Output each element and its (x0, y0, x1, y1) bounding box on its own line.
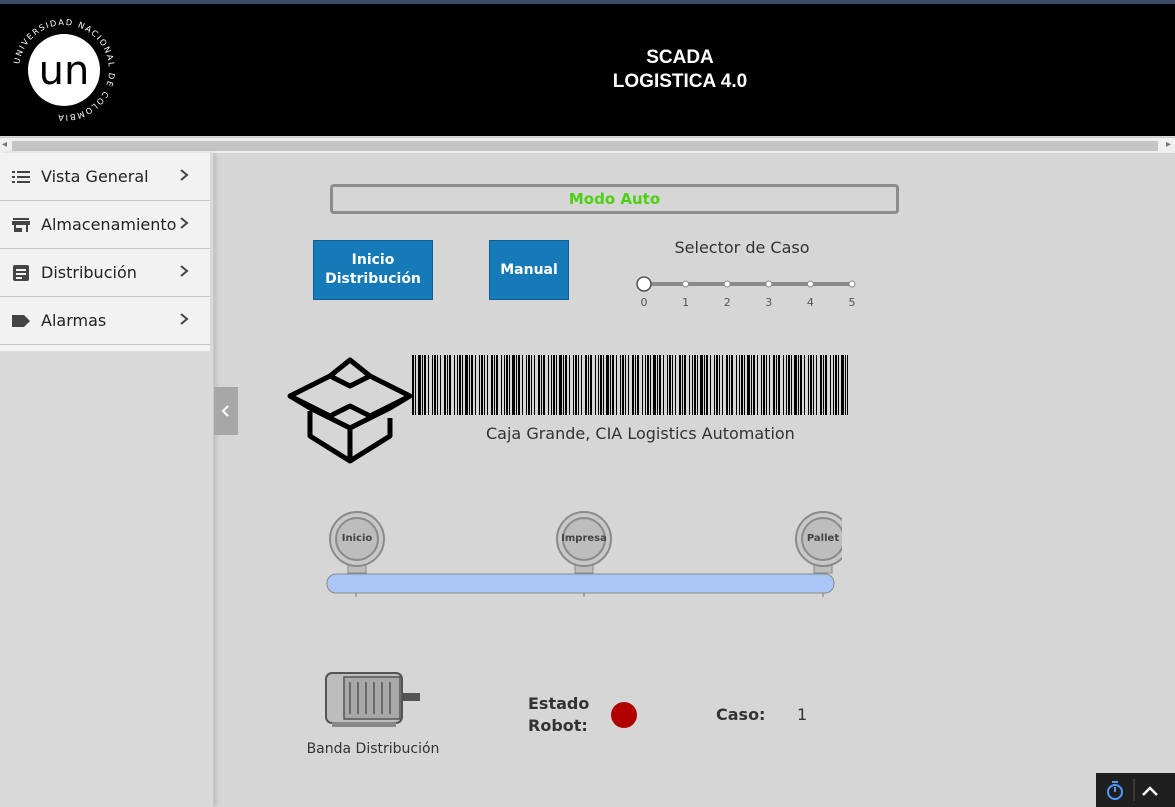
slider-tick-label: 2 (724, 296, 731, 309)
chevron-right-icon (180, 313, 189, 325)
estado-robot-indicator (611, 702, 637, 728)
scroll-left-icon[interactable]: ◂ (2, 139, 7, 150)
sidebar: Vista General Almacenamiento Distribució… (0, 153, 214, 807)
slider-tick-label: 3 (765, 296, 772, 309)
sidebar-item-almacenamiento[interactable]: Almacenamiento (0, 201, 210, 249)
caso-value: 1 (797, 705, 808, 724)
slider-tick[interactable] (682, 280, 690, 288)
inicio-button-line-1: Inicio (351, 252, 395, 268)
slider-tick[interactable] (806, 280, 814, 288)
sidebar-item-vista-general[interactable]: Vista General (0, 153, 210, 201)
university-logo: UNIVERSIDAD NACIONAL DE COLOMBIA un (11, 17, 115, 123)
slider-tick-label: 4 (807, 296, 814, 309)
sidebar-item-label: Alarmas (41, 311, 107, 330)
sidebar-collapse-toggle[interactable] (214, 387, 238, 435)
barcode-caption: Caja Grande, CIA Logistics Automation (486, 424, 795, 443)
store-icon (12, 218, 30, 232)
sidebar-item-label: Vista General (41, 167, 149, 186)
chevron-right-icon (180, 265, 189, 277)
horizontal-scrollbar[interactable]: ◂ ▸ (0, 137, 1175, 153)
title-line-1: SCADA (646, 47, 714, 68)
belt-bar (326, 573, 835, 594)
motor-icon (325, 672, 420, 727)
footer-toolbar (1096, 773, 1175, 807)
manual-button[interactable]: Manual (489, 240, 569, 300)
estado-robot-label: Estado Robot: (528, 694, 590, 735)
inicio-distribucion-button[interactable]: Inicio Distribución (313, 240, 433, 300)
sidebar-item-label: Almacenamiento (41, 215, 177, 234)
chevron-right-icon (180, 169, 189, 181)
sensor-label-impresa: Impresa (561, 533, 607, 544)
case-selector-slider[interactable]: 0 1 2 3 4 5 (636, 275, 866, 315)
motor-label: Banda Distribución (306, 741, 440, 757)
chevron-left-icon (221, 405, 229, 417)
selector-title: Selector de Caso (674, 238, 810, 257)
sensor-label-pallet: Pallet (806, 533, 840, 544)
inicio-button-line-2: Distribución (325, 271, 421, 287)
caso-label: Caso: (716, 705, 766, 724)
mode-label: Modo Auto (568, 190, 661, 208)
sidebar-item-distribucion[interactable]: Distribución (0, 249, 210, 297)
slider-tick[interactable] (765, 280, 773, 288)
list-icon (12, 171, 30, 183)
page-title: SCADA LOGISTICA 4.0 (530, 46, 830, 94)
title-line-2: LOGISTICA 4.0 (612, 71, 748, 92)
slider-tick-label: 0 (641, 296, 648, 309)
barcode-image (412, 355, 848, 415)
logo-text: un (39, 48, 90, 94)
header-bar: UNIVERSIDAD NACIONAL DE COLOMBIA un SCAD… (0, 4, 1175, 136)
mode-indicator: Modo Auto (330, 184, 899, 214)
scroll-right-icon[interactable]: ▸ (1166, 139, 1171, 150)
sidebar-menu: Vista General Almacenamiento Distribució… (0, 153, 210, 351)
chevron-up-icon[interactable] (1142, 786, 1158, 796)
slider-tick-label: 5 (849, 296, 856, 309)
slider-tick-label: 1 (682, 296, 689, 309)
sidebar-item-alarmas[interactable]: Alarmas (0, 297, 210, 345)
sidebar-item-label: Distribución (41, 263, 137, 282)
timer-icon[interactable] (1107, 781, 1123, 800)
slider-handle[interactable] (636, 276, 652, 292)
document-icon (13, 265, 29, 281)
chevron-right-icon (180, 217, 189, 229)
slider-tick[interactable] (723, 280, 731, 288)
tag-icon (12, 315, 30, 327)
conveyor-belt (326, 511, 842, 597)
box-icon (287, 357, 413, 464)
slider-tick[interactable] (848, 280, 856, 288)
scrollbar-thumb[interactable] (12, 141, 1158, 151)
sensor-label-inicio: Inicio (341, 533, 373, 544)
